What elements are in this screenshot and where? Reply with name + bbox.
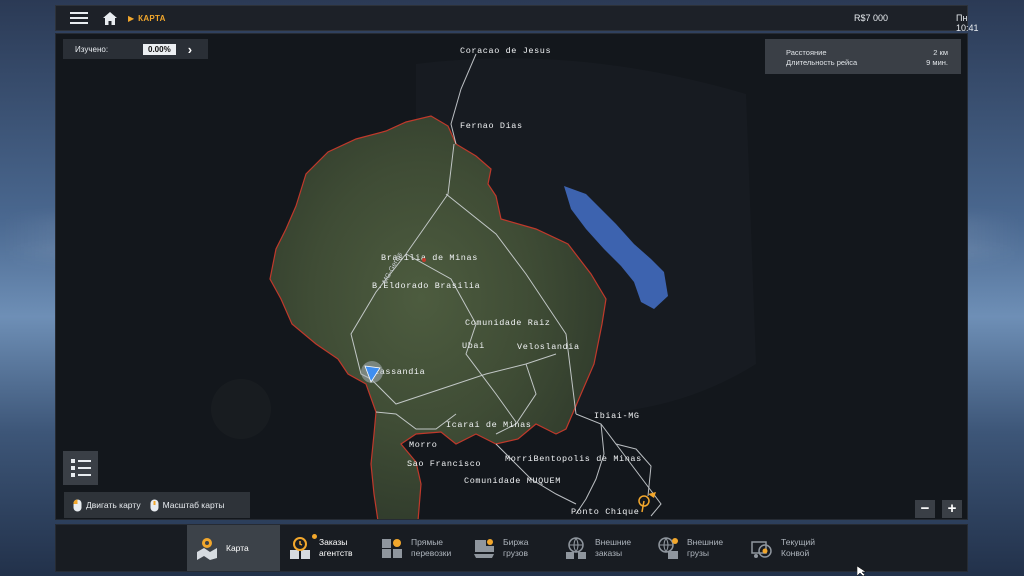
notification-dot bbox=[312, 534, 317, 539]
tab-label: Внешние bbox=[687, 537, 724, 547]
tab-label: Внешние bbox=[595, 537, 632, 547]
money-balance: R$7 000 bbox=[854, 13, 889, 23]
city-label: Veloslandia bbox=[517, 342, 580, 352]
mouse-cursor-icon bbox=[857, 566, 867, 576]
move-map-hint: Двигать карту bbox=[73, 499, 141, 512]
explored-value: 0.00% bbox=[143, 43, 176, 55]
tab-label: Текущий bbox=[781, 537, 815, 547]
explored-label: Изучено: bbox=[75, 44, 109, 54]
mouse-left-icon bbox=[73, 499, 82, 511]
map-panel[interactable]: Coracao de Jesus Fernao Dias Brasilia de… bbox=[55, 33, 968, 520]
city-label: Comunidade MUQUEM bbox=[464, 476, 561, 486]
tab-label-2: грузов bbox=[503, 548, 529, 558]
tab-direct-transport[interactable]: Прямые перевозки bbox=[372, 525, 464, 571]
tab-external-jobs[interactable]: Внешние заказы bbox=[556, 525, 648, 571]
globe-cargo-icon bbox=[656, 536, 680, 560]
tab-label-2: грузы bbox=[687, 548, 709, 558]
duration-label: Длительность рейса bbox=[786, 58, 858, 67]
world-map[interactable]: Coracao de Jesus Fernao Dias Brasilia de… bbox=[56, 34, 968, 520]
city-label: Ubai bbox=[462, 341, 485, 351]
tab-label: Заказы bbox=[319, 537, 348, 547]
distance-value: 2 км bbox=[933, 48, 948, 57]
duration-value: 9 мин. bbox=[926, 58, 948, 67]
game-clock: Пн 10:41 bbox=[956, 13, 979, 33]
breadcrumb-arrow-icon: ▶ bbox=[128, 13, 135, 23]
zoom-in-button[interactable]: + bbox=[942, 500, 962, 518]
map-pin-icon bbox=[195, 536, 219, 560]
tab-external-cargo[interactable]: Внешние грузы bbox=[648, 525, 740, 571]
city-label: Icarai de Minas bbox=[446, 420, 532, 430]
chevron-right-icon[interactable]: › bbox=[188, 42, 192, 57]
clock-boxes-icon bbox=[288, 534, 317, 560]
trip-info-panel: Расстояние 2 км Длительность рейса 9 мин… bbox=[765, 39, 961, 74]
player-position-icon bbox=[361, 361, 383, 383]
destination-flag-icon bbox=[638, 492, 656, 513]
boxes-icon bbox=[380, 536, 404, 560]
tab-label: Биржа bbox=[503, 537, 529, 547]
city-label: MorriBentopolis de Minas bbox=[505, 454, 642, 464]
tab-map[interactable]: Карта bbox=[187, 525, 280, 571]
tab-label: Прямые bbox=[411, 537, 444, 547]
zoom-map-label: Масштаб карты bbox=[162, 500, 225, 510]
city-label: Fernao Dias bbox=[460, 121, 523, 131]
city-label: Coracao de Jesus bbox=[460, 46, 551, 56]
move-map-label: Двигать карту bbox=[86, 500, 141, 510]
tab-current-convoy[interactable]: Текущий Конвой bbox=[742, 525, 834, 571]
controls-hint-bar: Двигать карту Масштаб карты bbox=[64, 492, 250, 518]
tab-label-2: перевозки bbox=[411, 548, 452, 558]
globe-boxes-icon bbox=[564, 536, 588, 560]
map-legend-button[interactable] bbox=[63, 451, 98, 485]
zoom-out-button[interactable]: − bbox=[915, 500, 935, 518]
city-label: Ponto Chique bbox=[571, 507, 639, 517]
tab-label-2: Конвой bbox=[781, 548, 810, 558]
mouse-wheel-icon bbox=[150, 499, 159, 511]
distance-label: Расстояние bbox=[786, 48, 827, 57]
hamburger-menu-icon[interactable] bbox=[64, 5, 94, 31]
top-bar: ▶ КАРТА R$7 000 Пн 10:41 bbox=[55, 5, 979, 33]
tab-cargo-market[interactable]: Биржа грузов bbox=[464, 525, 556, 571]
city-label: Comunidade Raiz bbox=[465, 318, 551, 328]
city-label: Morro bbox=[409, 440, 438, 450]
explored-progress: Изучено: 0.00% › bbox=[63, 39, 208, 59]
tab-agency-jobs[interactable]: Заказы агентств bbox=[280, 525, 370, 571]
tab-label-2: агентств bbox=[319, 548, 353, 558]
city-label: Ibiai-MG bbox=[594, 411, 640, 421]
city-label: Sao Francisco bbox=[407, 459, 481, 469]
bottom-navigation: Карта Заказы агентств Прямые перевозки Бир… bbox=[55, 524, 968, 572]
tab-label: Карта bbox=[226, 542, 249, 553]
zoom-map-hint: Масштаб карты bbox=[150, 499, 225, 512]
legend-list-icon bbox=[70, 459, 91, 477]
breadcrumb: КАРТА bbox=[138, 13, 166, 23]
tab-label-2: заказы bbox=[595, 548, 623, 558]
cargo-hand-icon bbox=[472, 536, 496, 560]
convoy-icon bbox=[750, 536, 774, 560]
home-icon[interactable] bbox=[98, 5, 122, 31]
